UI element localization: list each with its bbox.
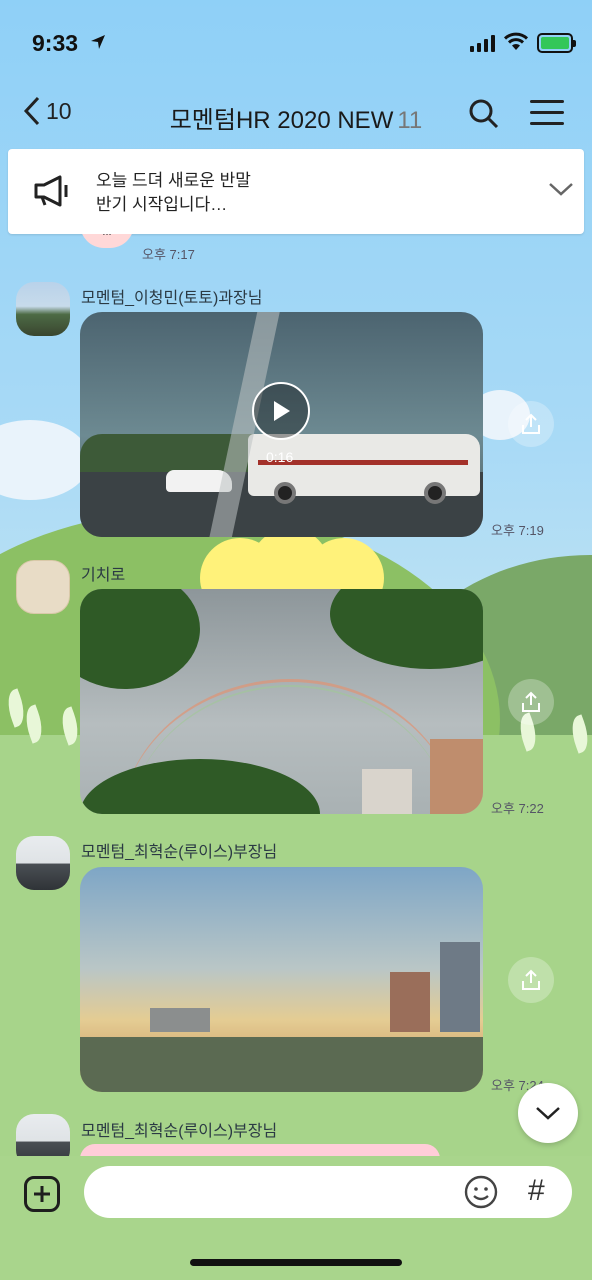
attach-button[interactable] [24,1176,60,1212]
wifi-icon [503,32,529,50]
sender-name: 기치로 [81,567,126,584]
plus-icon [34,1186,50,1202]
hash-icon[interactable]: # [528,1174,545,1208]
home-indicator [190,1259,402,1266]
avatar[interactable] [16,282,70,336]
chat-title: 모멘텀HR 2020 NEW 11 [0,100,592,135]
play-icon [274,401,290,421]
play-button[interactable] [252,382,310,440]
sender-name: 모멘텀_이청민(토토)과장님 [81,290,263,307]
status-time: 9:33 [32,30,79,56]
battery-icon [537,33,576,53]
photo-message[interactable] [80,589,483,814]
share-button[interactable] [508,957,554,1003]
scroll-to-bottom-button[interactable] [518,1083,578,1143]
message-input[interactable] [84,1166,572,1218]
avatar: !!! [80,234,134,248]
share-button[interactable] [508,679,554,725]
emoji-icon[interactable] [464,1175,498,1209]
sender-name: 모멘텀_최혁순(루이스)부장님 [81,844,278,861]
message-time: 오후 7:19 [491,523,544,538]
notice-line-2: 반기 시작입니다… [96,195,228,214]
notice-banner[interactable]: 오늘 드뎌 새로운 반말 반기 시작입니다… [8,149,584,234]
notice-line-1: 오늘 드뎌 새로운 반말 [96,171,251,190]
chevron-down-icon [536,1107,560,1120]
sender-name: 모멘텀_최혁순(루이스)부장님 [81,1123,278,1140]
chevron-down-icon[interactable] [548,181,574,197]
share-icon [522,413,540,434]
avatar[interactable] [16,560,70,614]
signal-icon [470,34,495,52]
photo-message[interactable] [80,867,483,1092]
search-icon[interactable] [468,98,500,130]
status-bar: 9:33 [0,0,592,88]
megaphone-icon [34,175,68,207]
chat-title-text: 모멘텀HR 2020 NEW [169,107,394,134]
avatar[interactable] [16,836,70,890]
chat-header: 10 모멘텀HR 2020 NEW 11 [0,88,592,146]
location-arrow-icon [91,35,105,49]
share-icon [522,969,540,990]
share-button[interactable] [508,401,554,447]
message-time: 오후 7:17 [142,247,195,262]
notice-text: 오늘 드뎌 새로운 반말 반기 시작입니다… [96,169,251,217]
message-list[interactable]: !!! 오후 7:17 모멘텀_이청민(토토)과장님 0:16 오후 7:19 … [0,234,592,1156]
share-icon [522,691,540,712]
message-bubble[interactable] [80,1144,440,1156]
member-count: 11 [397,107,423,134]
message-time: 오후 7:22 [491,801,544,816]
avatar[interactable] [16,1114,70,1156]
video-message[interactable]: 0:16 [80,312,483,537]
menu-icon[interactable] [530,100,564,126]
video-duration: 0:16 [266,449,294,465]
